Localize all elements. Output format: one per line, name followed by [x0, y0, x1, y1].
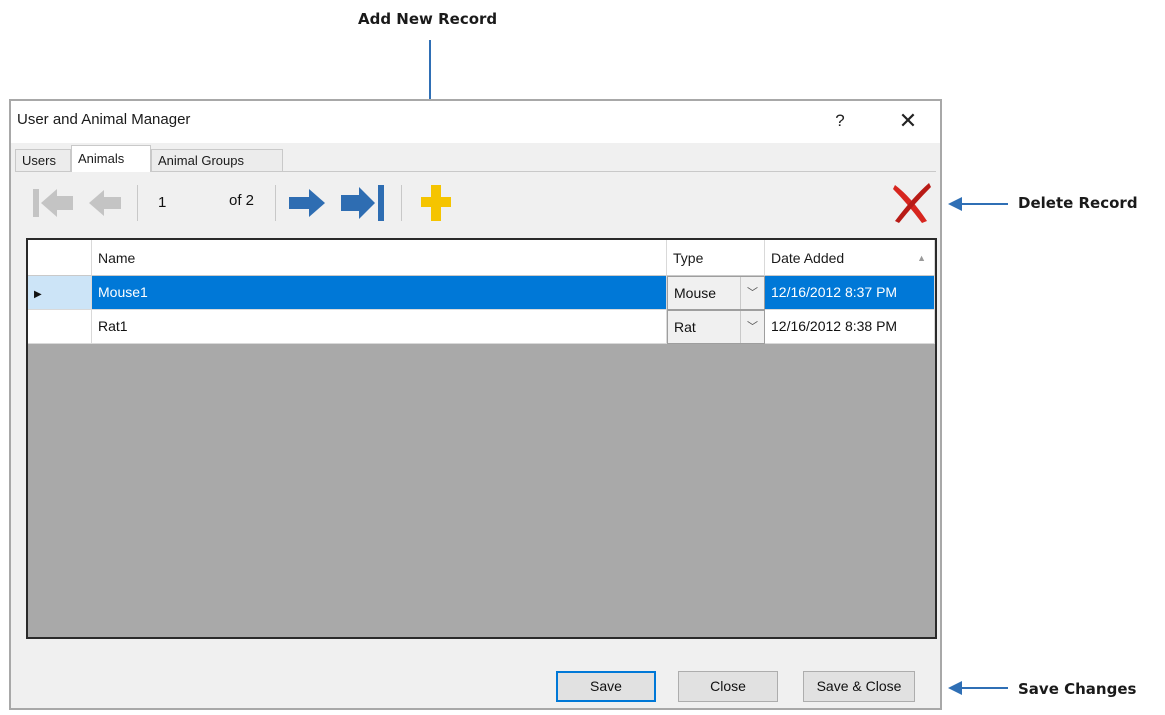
move-next-icon[interactable] — [287, 187, 327, 219]
position-input[interactable] — [152, 187, 224, 217]
delete-record-arrow — [948, 197, 1008, 211]
column-header-name[interactable]: Name — [92, 240, 667, 276]
record-count-label: of 2 — [229, 192, 255, 209]
tab-users[interactable]: Users — [15, 149, 71, 171]
save-changes-arrow — [948, 681, 1008, 695]
cell-name[interactable]: Rat1 — [92, 310, 667, 344]
dialog-title: User and Animal Manager — [17, 111, 191, 128]
tab-animals[interactable]: Animals — [71, 145, 151, 172]
cell-name[interactable]: Mouse1 — [92, 276, 667, 310]
toolbar-separator — [275, 185, 276, 221]
help-button[interactable]: ? — [826, 108, 854, 134]
move-last-icon[interactable] — [339, 183, 387, 223]
cell-type-value: Rat — [674, 319, 696, 335]
close-window-button[interactable]: ✕ — [894, 108, 922, 134]
binding-navigator: of 2 — [21, 179, 936, 227]
sort-ascending-icon: ▲ — [917, 253, 926, 263]
move-previous-icon[interactable] — [87, 187, 123, 219]
add-new-record-callout: Add New Record — [358, 10, 498, 28]
delete-icon[interactable] — [889, 179, 933, 225]
cell-type-combobox[interactable]: Mouse ﹀ — [667, 276, 765, 310]
cell-type-combobox[interactable]: Rat ﹀ — [667, 310, 765, 344]
animals-data-grid: Name Type Date Added ▲ ▶ Mouse1 Mouse ﹀ … — [26, 238, 937, 639]
title-bar: User and Animal Manager ? ✕ — [11, 101, 940, 143]
column-header-date-added[interactable]: Date Added ▲ — [765, 240, 935, 276]
add-new-icon[interactable] — [419, 183, 453, 223]
cell-date-added[interactable]: 12/16/2012 8:38 PM — [765, 310, 935, 344]
save-and-close-button[interactable]: Save & Close — [803, 671, 915, 702]
dropdown-arrow-icon[interactable]: ﹀ — [740, 311, 764, 343]
row-header[interactable]: ▶ — [28, 276, 92, 310]
toolbar-separator — [137, 185, 138, 221]
move-first-icon[interactable] — [31, 185, 75, 221]
row-header[interactable] — [28, 310, 92, 344]
row-header-corner — [28, 240, 92, 276]
tab-animal-groups[interactable]: Animal Groups — [151, 149, 283, 171]
cell-date-added[interactable]: 12/16/2012 8:37 PM — [765, 276, 935, 310]
delete-record-callout: Delete Record — [1018, 194, 1138, 212]
close-button[interactable]: Close — [678, 671, 778, 702]
toolbar-separator — [401, 185, 402, 221]
save-changes-callout: Save Changes — [1018, 680, 1137, 698]
current-row-marker-icon: ▶ — [34, 289, 42, 300]
cell-type-value: Mouse — [674, 285, 717, 301]
user-animal-manager-dialog: User and Animal Manager ? ✕ Users Animal… — [9, 99, 942, 710]
save-button[interactable]: Save — [556, 671, 656, 702]
column-header-date-added-label: Date Added — [771, 250, 845, 266]
column-header-type[interactable]: Type — [667, 240, 765, 276]
dropdown-arrow-icon[interactable]: ﹀ — [740, 277, 764, 309]
